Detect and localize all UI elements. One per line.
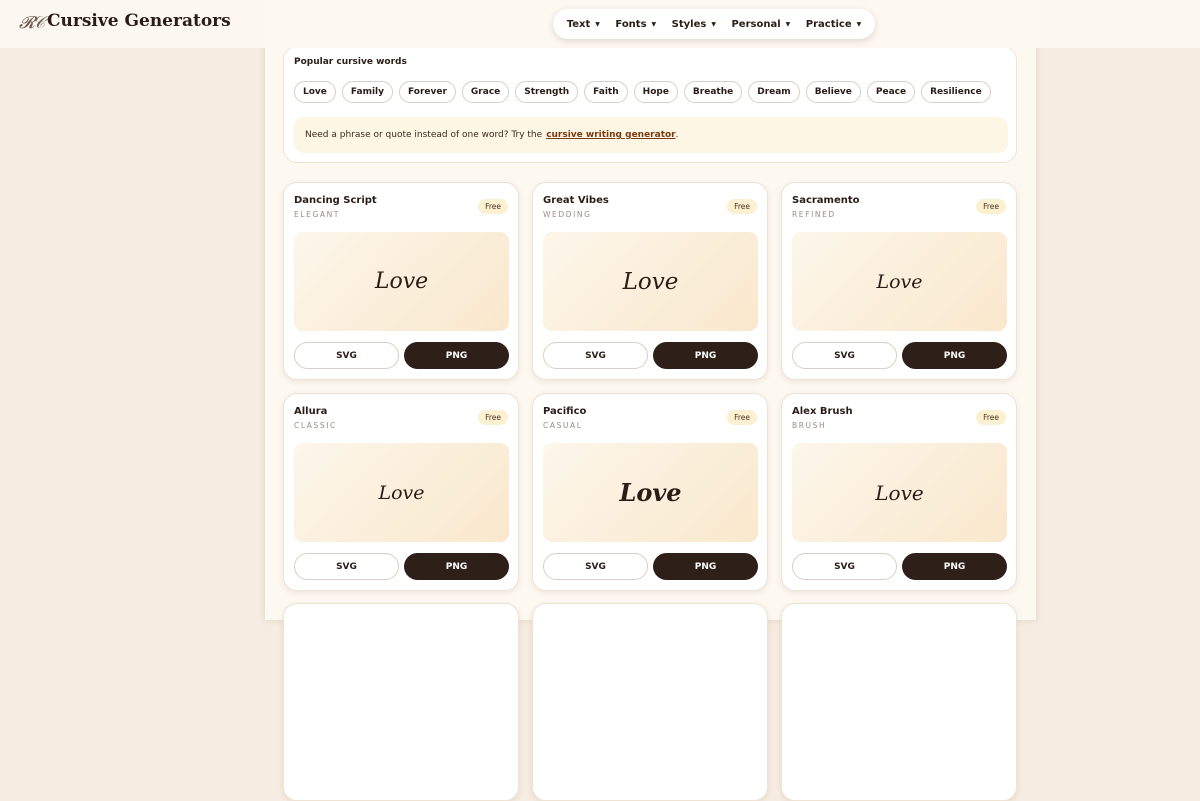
word-chip-resilience[interactable]: Resilience bbox=[921, 81, 991, 103]
download-png-button[interactable]: PNG bbox=[404, 342, 509, 369]
word-chips: Love Family Forever Grace Strength Faith… bbox=[294, 81, 991, 103]
hint-text: Need a phrase or quote instead of one wo… bbox=[305, 130, 543, 140]
font-card-partial bbox=[781, 603, 1017, 801]
nav-personal[interactable]: Personal ▼ bbox=[731, 19, 790, 30]
word-chip-strength[interactable]: Strength bbox=[515, 81, 579, 103]
font-style-label: CLASSIC bbox=[294, 421, 337, 430]
popular-words-panel: Popular cursive words Love Family Foreve… bbox=[283, 46, 1017, 163]
free-badge: Free bbox=[727, 199, 757, 214]
font-name: Sacramento bbox=[792, 195, 860, 206]
font-preview: Love bbox=[543, 443, 758, 542]
main-nav: Text ▼ Fonts ▼ Styles ▼ Personal ▼ Practice ▼ bbox=[553, 9, 875, 39]
word-chip-dream[interactable]: Dream bbox=[748, 81, 800, 103]
popular-words-title: Popular cursive words bbox=[294, 57, 407, 67]
download-svg-button[interactable]: SVG bbox=[792, 342, 897, 369]
font-preview: Love bbox=[294, 232, 509, 331]
font-card-dancing-script: Dancing Script ELEGANT Free Love SVG PNG bbox=[283, 182, 519, 380]
font-style-label: BRUSH bbox=[792, 421, 827, 430]
site-header: 𝓡𝒞 Cursive Generators Text ▼ Fonts ▼ Style… bbox=[0, 0, 1200, 48]
site-title[interactable]: Cursive Generators bbox=[47, 11, 231, 31]
logo-icon[interactable]: 𝓡𝒞 bbox=[19, 13, 45, 35]
word-chip-love[interactable]: Love bbox=[294, 81, 336, 103]
font-card-great-vibes: Great Vibes WEDDING Free Love SVG PNG bbox=[532, 182, 768, 380]
font-style-label: ELEGANT bbox=[294, 210, 340, 219]
download-png-button[interactable]: PNG bbox=[404, 553, 509, 580]
caret-down-icon: ▼ bbox=[711, 20, 716, 28]
download-png-button[interactable]: PNG bbox=[902, 553, 1007, 580]
caret-down-icon: ▼ bbox=[595, 20, 600, 28]
font-name: Pacifico bbox=[543, 406, 587, 417]
word-chip-breathe[interactable]: Breathe bbox=[683, 81, 743, 103]
word-chip-family[interactable]: Family bbox=[341, 81, 393, 103]
font-card-allura: Allura CLASSIC Free Love SVG PNG bbox=[283, 393, 519, 591]
font-card-pacifico: Pacifico CASUAL Free Love SVG PNG bbox=[532, 393, 768, 591]
download-svg-button[interactable]: SVG bbox=[543, 342, 648, 369]
free-badge: Free bbox=[478, 199, 508, 214]
font-style-label: REFINED bbox=[792, 210, 836, 219]
phrase-hint: Need a phrase or quote instead of one wo… bbox=[294, 117, 1008, 153]
nav-fonts[interactable]: Fonts ▼ bbox=[615, 19, 656, 30]
hint-end: . bbox=[675, 130, 679, 140]
font-preview: Love bbox=[792, 443, 1007, 542]
caret-down-icon: ▼ bbox=[651, 20, 657, 28]
download-png-button[interactable]: PNG bbox=[902, 342, 1007, 369]
font-style-label: WEDDING bbox=[543, 210, 592, 219]
download-png-button[interactable]: PNG bbox=[653, 553, 758, 580]
free-badge: Free bbox=[976, 199, 1006, 214]
nav-text[interactable]: Text ▼ bbox=[567, 19, 600, 30]
font-style-label: CASUAL bbox=[543, 421, 583, 430]
nav-styles[interactable]: Styles ▼ bbox=[672, 19, 716, 30]
nav-practice[interactable]: Practice ▼ bbox=[806, 19, 861, 30]
font-preview: Love bbox=[543, 232, 758, 331]
word-chip-faith[interactable]: Faith bbox=[584, 81, 628, 103]
font-card-alex-brush: Alex Brush BRUSH Free Love SVG PNG bbox=[781, 393, 1017, 591]
font-name: Dancing Script bbox=[294, 195, 377, 206]
font-preview: Love bbox=[792, 232, 1007, 331]
font-name: Allura bbox=[294, 406, 328, 417]
font-name: Alex Brush bbox=[792, 406, 853, 417]
word-chip-forever[interactable]: Forever bbox=[399, 81, 456, 103]
caret-down-icon: ▼ bbox=[856, 20, 862, 28]
word-chip-peace[interactable]: Peace bbox=[866, 81, 916, 103]
word-chip-grace[interactable]: Grace bbox=[461, 81, 510, 103]
cursive-writing-generator-link[interactable]: cursive writing generator bbox=[546, 130, 675, 140]
word-chip-hope[interactable]: Hope bbox=[633, 81, 678, 103]
download-png-button[interactable]: PNG bbox=[653, 342, 758, 369]
font-name: Great Vibes bbox=[543, 195, 609, 206]
caret-down-icon: ▼ bbox=[785, 20, 791, 28]
word-chip-believe[interactable]: Believe bbox=[805, 81, 861, 103]
font-card-partial bbox=[283, 603, 519, 801]
download-svg-button[interactable]: SVG bbox=[294, 553, 399, 580]
download-svg-button[interactable]: SVG bbox=[543, 553, 648, 580]
free-badge: Free bbox=[976, 410, 1006, 425]
download-svg-button[interactable]: SVG bbox=[294, 342, 399, 369]
font-card-sacramento: Sacramento REFINED Free Love SVG PNG bbox=[781, 182, 1017, 380]
free-badge: Free bbox=[478, 410, 508, 425]
font-card-partial bbox=[532, 603, 768, 801]
free-badge: Free bbox=[727, 410, 757, 425]
download-svg-button[interactable]: SVG bbox=[792, 553, 897, 580]
font-preview: Love bbox=[294, 443, 509, 542]
